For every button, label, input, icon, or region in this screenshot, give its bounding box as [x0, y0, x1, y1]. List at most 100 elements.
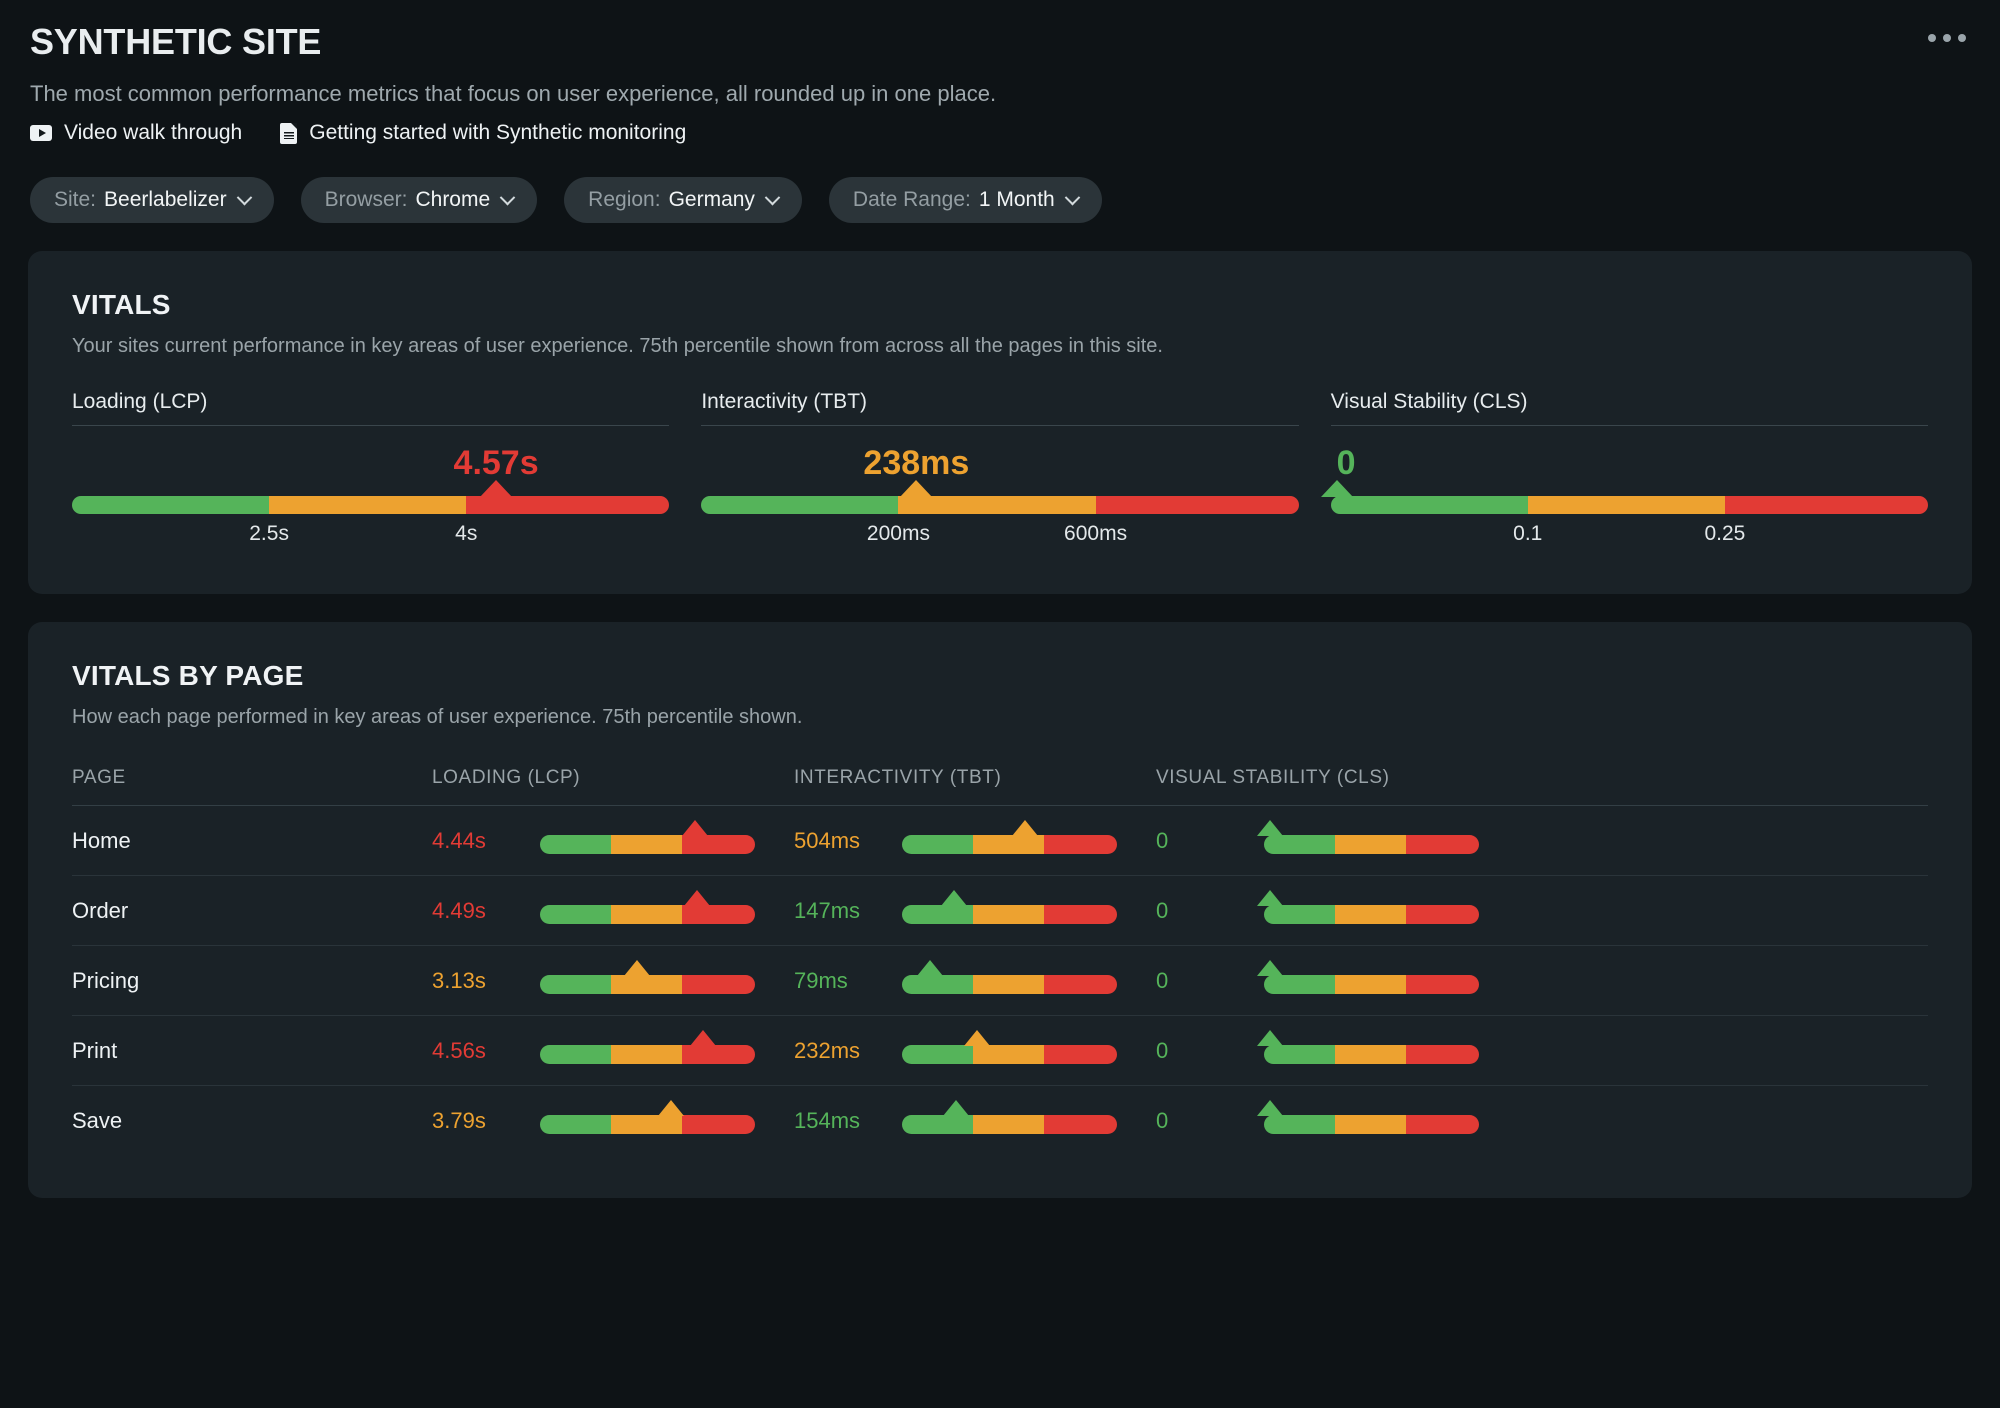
gauge-segment-needs_improvement: [1528, 496, 1725, 514]
vitals-by-page-card: VITALS BY PAGE How each page performed i…: [28, 622, 1972, 1198]
table-row[interactable]: Print 4.56s 232ms: [72, 1016, 1928, 1086]
lcp-value: 4.49s: [432, 898, 540, 924]
mini-segment-poor: [1406, 905, 1479, 924]
mini-segment-poor: [682, 905, 755, 924]
mini-bar-marker: [1257, 1100, 1283, 1116]
table-row[interactable]: Order 4.49s 147ms: [72, 876, 1928, 946]
mini-segment-poor: [682, 1045, 755, 1064]
mini-segment-needs-improvement: [973, 835, 1044, 854]
kebab-menu-icon[interactable]: [1928, 34, 1966, 42]
table-row[interactable]: Pricing 3.13s 79ms: [72, 946, 1928, 1016]
lcp-bar: [540, 1109, 755, 1133]
gauge-segment-needs_improvement: [898, 496, 1095, 514]
gauge-marker: [900, 480, 932, 497]
table-row[interactable]: Save 3.79s 154ms: [72, 1086, 1928, 1156]
gauge-segment-good: [1331, 496, 1528, 514]
lcp-bar: [540, 969, 755, 993]
gauge-tick-label: 2.5s: [249, 522, 289, 546]
cell-tbt: 232ms: [794, 1038, 1156, 1064]
lcp-bar: [540, 829, 755, 853]
mini-segment-good: [902, 1045, 973, 1064]
mini-bar-track: [902, 835, 1117, 854]
tbt-value: 79ms: [794, 968, 902, 994]
page-name: Order: [72, 898, 128, 924]
getting-started-label: Getting started with Synthetic monitorin…: [309, 121, 686, 145]
filter-date-range-key: Date Range:: [853, 188, 971, 212]
cell-cls: 0: [1156, 898, 1928, 924]
gauge-bar: [72, 496, 669, 514]
tbt-bar: [902, 969, 1117, 993]
mini-segment-needs-improvement: [973, 1115, 1044, 1134]
cell-lcp: 4.56s: [432, 1038, 794, 1064]
mini-bar-marker: [624, 960, 650, 976]
cls-value: 0: [1156, 898, 1264, 924]
mini-bar-marker: [1257, 960, 1283, 976]
mini-segment-good: [540, 1045, 611, 1064]
mini-segment-needs-improvement: [611, 1115, 682, 1134]
mini-bar-track: [540, 975, 755, 994]
mini-segment-needs-improvement: [973, 1045, 1044, 1064]
cell-lcp: 3.79s: [432, 1108, 794, 1134]
mini-segment-poor: [1044, 1045, 1117, 1064]
cls-value: 0: [1156, 1108, 1264, 1134]
mini-bar-marker: [1257, 1030, 1283, 1046]
vitals-by-page-title: VITALS BY PAGE: [72, 660, 1928, 692]
cls-bar: [1264, 829, 1479, 853]
cell-tbt: 147ms: [794, 898, 1156, 924]
vitals-table: PAGE LOADING (LCP) INTERACTIVITY (TBT) V…: [72, 767, 1928, 1156]
mini-segment-poor: [682, 835, 755, 854]
filter-site[interactable]: Site: Beerlabelizer: [30, 177, 274, 223]
gauge-tick-label: 4s: [455, 522, 477, 546]
mini-segment-poor: [1044, 835, 1117, 854]
mini-segment-needs-improvement: [1335, 835, 1406, 854]
vitals-card: VITALS Your sites current performance in…: [28, 251, 1972, 594]
cell-lcp: 4.49s: [432, 898, 794, 924]
filter-browser[interactable]: Browser: Chrome: [301, 177, 538, 223]
cell-lcp: 4.44s: [432, 828, 794, 854]
cell-page: Pricing: [72, 968, 432, 994]
vitals-by-page-subtitle: How each page performed in key areas of …: [72, 706, 1928, 729]
mini-segment-needs-improvement: [973, 905, 1044, 924]
gauge-value: 0: [1337, 444, 1356, 483]
mini-segment-good: [902, 835, 973, 854]
tbt-value: 154ms: [794, 1108, 902, 1134]
video-walkthrough-label: Video walk through: [64, 121, 242, 145]
mini-segment-poor: [682, 1115, 755, 1134]
gauge-tick-label: 600ms: [1064, 522, 1127, 546]
cell-page: Print: [72, 1038, 432, 1064]
video-walkthrough-link[interactable]: Video walk through: [30, 121, 242, 145]
vitals-gauge-cls: Visual Stability (CLS) 0 0.10.25: [1331, 390, 1928, 552]
mini-bar-marker: [964, 1030, 990, 1046]
cell-cls: 0: [1156, 1038, 1928, 1064]
tbt-value: 232ms: [794, 1038, 902, 1064]
mini-segment-poor: [1044, 975, 1117, 994]
lcp-bar: [540, 1039, 755, 1063]
cell-tbt: 79ms: [794, 968, 1156, 994]
column-header-tbt: INTERACTIVITY (TBT): [794, 767, 1156, 789]
getting-started-link[interactable]: Getting started with Synthetic monitorin…: [280, 121, 686, 145]
mini-bar-marker: [690, 1030, 716, 1046]
mini-bar-track: [1264, 1045, 1479, 1064]
mini-segment-good: [902, 975, 973, 994]
gauge-label: Loading (LCP): [72, 390, 669, 426]
gauge-bar: [1331, 496, 1928, 514]
lcp-value: 3.79s: [432, 1108, 540, 1134]
filter-region[interactable]: Region: Germany: [564, 177, 802, 223]
page-header: SYNTHETIC SITE The most common performan…: [28, 0, 1972, 145]
gauge-segment-good: [701, 496, 898, 514]
column-header-cls: VISUAL STABILITY (CLS): [1156, 767, 1928, 789]
synthetic-site-dashboard: SYNTHETIC SITE The most common performan…: [0, 0, 2000, 1408]
filter-browser-value: Chrome: [415, 188, 490, 212]
gauge-segment-poor: [1725, 496, 1928, 514]
gauge-label: Visual Stability (CLS): [1331, 390, 1928, 426]
mini-segment-good: [1264, 975, 1335, 994]
table-row[interactable]: Home 4.44s 504ms: [72, 806, 1928, 876]
mini-segment-needs-improvement: [611, 1045, 682, 1064]
cell-page: Order: [72, 898, 432, 924]
filter-date-range-value: 1 Month: [979, 188, 1055, 212]
cell-lcp: 3.13s: [432, 968, 794, 994]
page-name: Save: [72, 1108, 122, 1134]
filter-date-range[interactable]: Date Range: 1 Month: [829, 177, 1102, 223]
cell-page: Home: [72, 828, 432, 854]
mini-bar-track: [540, 1115, 755, 1134]
